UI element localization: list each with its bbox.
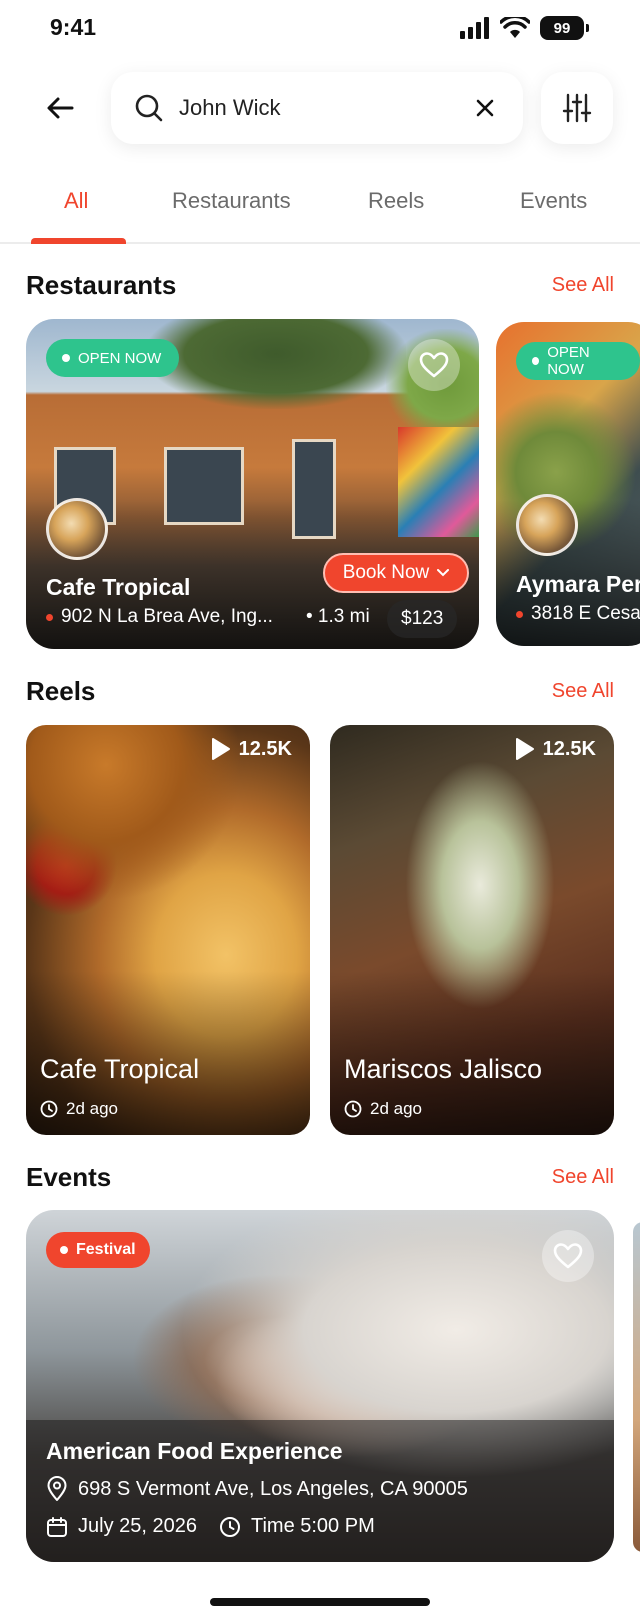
- event-date: July 25, 2026: [78, 1515, 197, 1537]
- events-see-all-link[interactable]: See All: [552, 1166, 614, 1189]
- reels-see-all-link[interactable]: See All: [552, 680, 614, 703]
- category-tabs: All Restaurants Reels Events: [0, 170, 640, 244]
- reel-title: Cafe Tropical: [40, 1054, 200, 1084]
- price-pill: $123: [387, 600, 458, 638]
- back-button[interactable]: [40, 88, 80, 128]
- restaurant-distance: • 1.3 mi: [306, 606, 370, 627]
- status-bar: 9:41 99: [0, 0, 640, 56]
- reel-card[interactable]: 12.5K Mariscos Jalisco 2d ago: [330, 725, 614, 1135]
- reel-time: 2d ago: [344, 1099, 422, 1119]
- photo-tree: [146, 319, 406, 409]
- event-address-text: 698 S Vermont Ave, Los Angeles, CA 90005: [78, 1477, 468, 1500]
- reel-card[interactable]: 12.5K Cafe Tropical 2d ago: [26, 725, 310, 1135]
- battery-indicator: 99: [540, 16, 589, 40]
- clock-icon: [40, 1100, 58, 1118]
- event-card[interactable]: Festival American Food Experience 698 S …: [26, 1210, 614, 1562]
- reel-views-count: 12.5K: [238, 737, 292, 760]
- reels-section-title: Reels: [26, 676, 96, 706]
- open-now-badge: OPEN NOW: [516, 342, 640, 380]
- status-time: 9:41: [50, 14, 97, 40]
- photo-window: [164, 447, 244, 525]
- open-now-label: OPEN NOW: [78, 349, 162, 367]
- event-category-badge: Festival: [46, 1232, 150, 1268]
- reel-title: Mariscos Jalisco: [344, 1054, 543, 1084]
- wifi-icon: [500, 17, 530, 38]
- reel-views: 12.5K: [515, 737, 596, 761]
- search-box[interactable]: [111, 72, 523, 144]
- restaurants-see-all-link[interactable]: See All: [552, 274, 614, 297]
- filter-sliders-icon: [562, 93, 592, 123]
- event-address: 698 S Vermont Ave, Los Angeles, CA 90005: [46, 1476, 468, 1502]
- restaurant-name: Cafe Tropical: [46, 574, 191, 600]
- filter-button[interactable]: [541, 72, 613, 144]
- reel-views: 12.5K: [211, 737, 292, 761]
- play-icon: [515, 738, 534, 760]
- event-datetime: July 25, 2026 Time 5:00 PM: [46, 1515, 375, 1538]
- location-pin-icon: [47, 1476, 67, 1501]
- reel-time: 2d ago: [40, 1099, 118, 1119]
- tab-reels[interactable]: Reels: [368, 188, 424, 214]
- chevron-down-icon: [437, 569, 450, 577]
- restaurant-address: 3818 E Cesa: [516, 603, 640, 625]
- reel-time-text: 2d ago: [66, 1099, 118, 1118]
- cellular-signal-icon: [460, 17, 489, 39]
- event-time: Time 5:00 PM: [250, 1515, 375, 1537]
- restaurant-address: 902 N La Brea Ave, Ing...: [46, 606, 273, 628]
- restaurant-address-text: 902 N La Brea Ave, Ing...: [61, 606, 273, 627]
- status-dot: [62, 354, 70, 362]
- status-dot: [532, 357, 540, 365]
- photo-window: [292, 439, 336, 539]
- tab-events[interactable]: Events: [520, 188, 587, 214]
- address-dot: [516, 610, 523, 618]
- restaurant-thumbnail: [46, 498, 108, 560]
- restaurant-thumbnail: [516, 494, 578, 556]
- book-now-button[interactable]: Book Now: [323, 553, 469, 593]
- status-icons: 99: [460, 16, 589, 40]
- favorite-button[interactable]: [542, 1230, 594, 1282]
- clear-search-button[interactable]: [471, 94, 499, 122]
- reel-time-text: 2d ago: [370, 1099, 422, 1118]
- clock-icon: [344, 1100, 362, 1118]
- active-tab-indicator: [31, 238, 126, 244]
- photo-mural: [398, 427, 479, 537]
- heart-icon: [419, 352, 449, 378]
- events-section-title: Events: [26, 1162, 112, 1192]
- address-dot: [46, 613, 53, 621]
- tab-restaurants[interactable]: Restaurants: [172, 188, 291, 214]
- calendar-icon: [47, 1516, 67, 1537]
- clear-icon: [476, 99, 494, 117]
- book-now-label: Book Now: [342, 562, 430, 583]
- restaurants-section-title: Restaurants: [26, 270, 177, 300]
- restaurant-name: Aymara Per: [516, 571, 640, 597]
- search-icon: [135, 94, 163, 122]
- home-indicator: [210, 1598, 430, 1606]
- restaurant-address-text: 3818 E Cesa: [531, 603, 640, 624]
- event-title: American Food Experience: [46, 1438, 343, 1464]
- open-now-badge: OPEN NOW: [46, 339, 180, 377]
- event-category-label: Festival: [76, 1241, 136, 1258]
- heart-icon: [553, 1243, 583, 1269]
- clock-icon: [219, 1516, 240, 1537]
- badge-dot: [60, 1246, 68, 1254]
- play-icon: [211, 738, 230, 760]
- next-event-card-peek[interactable]: [633, 1222, 640, 1552]
- tab-all[interactable]: All: [64, 188, 88, 214]
- open-now-label: OPEN NOW: [547, 344, 590, 378]
- reel-views-count: 12.5K: [542, 737, 596, 760]
- search-input[interactable]: [179, 95, 471, 121]
- back-arrow-icon: [47, 97, 74, 119]
- favorite-button[interactable]: [408, 339, 460, 391]
